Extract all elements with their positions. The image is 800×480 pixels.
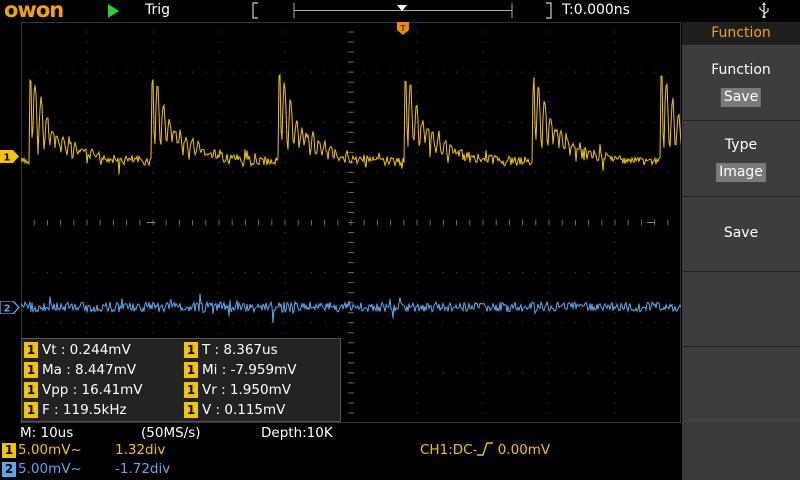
owon-logo: owon: [4, 0, 64, 21]
measurement-mean: 1V : 0.115mV: [184, 402, 285, 420]
measurement-frequency: 1F : 119.5kHz: [24, 402, 127, 420]
memory-position-bar[interactable]: [252, 2, 552, 19]
ch1-position: 1.32div: [115, 442, 166, 458]
status-bar: M: 10us (50MS/s) Depth:10K 1 5.00mV~ 1.3…: [0, 423, 682, 480]
sample-rate: (50MS/s): [141, 425, 201, 441]
measurement-period: 1T : 8.367us: [184, 342, 278, 360]
svg-text:T: T: [400, 24, 406, 33]
function-menu: Function Function Save Type Image Save: [682, 22, 800, 480]
ch2-position: -1.72div: [115, 461, 171, 477]
menu-function-value: Save: [720, 88, 762, 107]
ch1-badge: 1: [184, 382, 198, 398]
ch1-badge: 1: [184, 402, 198, 418]
top-bar: owon Trig T:0.000ns: [0, 0, 800, 22]
menu-empty-button-5[interactable]: [682, 346, 800, 423]
run-state-icon[interactable]: [108, 4, 119, 18]
ch1-badge: 1: [24, 362, 38, 378]
measurement-vrms: 1 Vr : 1.950mV: [184, 382, 291, 400]
menu-function-button[interactable]: Function Save: [682, 44, 800, 121]
horizontal-offset: T:0.000ns: [562, 2, 630, 18]
ch1-level-marker[interactable]: 1: [0, 150, 20, 163]
measurement-vpp: 1 Vpp : 16.41mV: [24, 382, 143, 400]
ch2-status-badge: 2: [2, 462, 16, 477]
ch1-status-badge: 1: [2, 443, 16, 458]
ch1-badge: 1: [184, 342, 198, 358]
usb-icon: [759, 2, 769, 18]
ch2-scale[interactable]: 5.00mV~: [18, 461, 82, 477]
ch1-badge: 1: [24, 382, 38, 398]
trigger-source-coupling: CH1:DC-: [420, 442, 478, 458]
ch1-scale[interactable]: 5.00mV~: [18, 442, 82, 458]
trigger-info[interactable]: CH1:DC- 0.00mV: [420, 442, 550, 458]
trigger-level: 0.00mV: [497, 442, 551, 458]
svg-text:owon: owon: [4, 0, 63, 21]
ch2-level-marker[interactable]: 2: [0, 301, 20, 314]
measurement-max: 1 Ma : 8.447mV: [24, 362, 136, 380]
trigger-status: Trig: [145, 2, 171, 18]
menu-type-label: Type: [724, 137, 758, 153]
measurement-vt: 1 Vt : 0.244mV: [24, 342, 131, 360]
rising-edge-icon: [477, 442, 494, 456]
menu-type-button[interactable]: Type Image: [682, 120, 800, 197]
menu-function-label: Function: [711, 62, 771, 78]
ch1-badge: 1: [24, 402, 38, 418]
measurement-panel: 1 Vt : 0.244mV 1T : 8.367us 1 Ma : 8.447mV…: [21, 338, 341, 422]
menu-save-button[interactable]: Save: [682, 196, 800, 272]
svg-text:1: 1: [4, 153, 11, 164]
svg-text:2: 2: [4, 304, 11, 315]
menu-type-value: Image: [716, 163, 766, 182]
menu-save-label: Save: [723, 225, 759, 241]
measurement-min: 1 Mi : -7.959mV: [184, 362, 296, 380]
timebase[interactable]: M: 10us: [20, 425, 73, 441]
memory-depth[interactable]: Depth:10K: [261, 425, 333, 441]
menu-title: Function: [682, 22, 800, 44]
ch1-badge: 1: [24, 342, 38, 358]
ch1-badge: 1: [184, 362, 198, 378]
menu-empty-button-4[interactable]: [682, 271, 800, 347]
